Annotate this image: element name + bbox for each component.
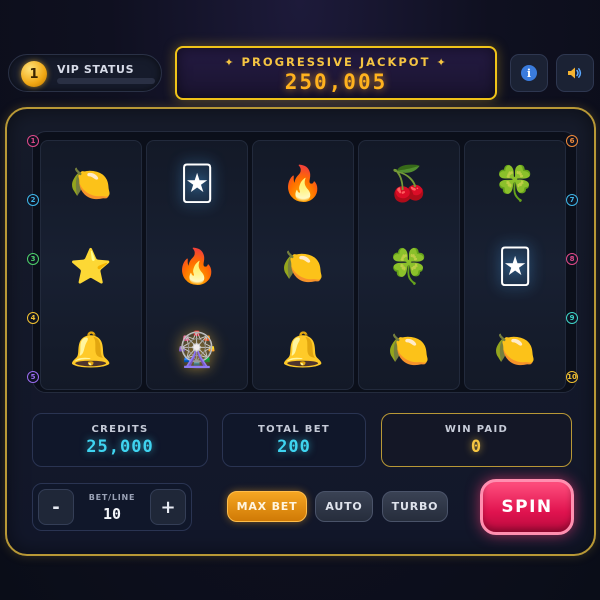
lemon-icon: 🍋 <box>493 330 537 370</box>
wheel-icon: 🎡 <box>175 330 219 370</box>
win-paid-value: 0 <box>470 437 483 457</box>
reel-2: 🃏 🔥 🎡 <box>146 140 248 390</box>
bell-icon: 🔔 <box>281 330 325 370</box>
increase-bet-button[interactable]: + <box>150 489 186 525</box>
jackpot-title-row: ✦ PROGRESSIVE JACKPOT ✦ <box>177 55 495 69</box>
vip-progress-bar <box>57 78 155 84</box>
slot-machine-frame: 🍋 ⭐ 🔔 🃏 🔥 🎡 🔥 🍋 🔔 🍒 🍀 🍋 🍀 🃏 🍋 1 2 3 4 5 6 7 8 9 10 CREDITS 25,00… <box>5 107 596 556</box>
reel-5: 🍀 🃏 🍋 <box>464 140 566 390</box>
spin-button[interactable]: SPIN <box>480 479 574 535</box>
fire-icon: 🔥 <box>281 164 325 204</box>
vip-status-label: VIP STATUS <box>57 63 135 76</box>
payline-marker: 7 <box>566 194 578 206</box>
bet-per-line-control: - BET/LINE 10 + <box>32 483 192 531</box>
total-bet-label: TOTAL BET <box>258 424 330 435</box>
joker-icon: 🃏 <box>497 247 533 287</box>
clover-icon: 🍀 <box>387 247 431 287</box>
info-button[interactable]: i <box>510 54 548 92</box>
sparkle-icon: ✦ <box>436 56 448 69</box>
credits-label: CREDITS <box>91 424 149 435</box>
jackpot-title: PROGRESSIVE JACKPOT <box>241 55 431 69</box>
reel-window: 🍋 ⭐ 🔔 🃏 🔥 🎡 🔥 🍋 🔔 🍒 🍀 🍋 🍀 🃏 🍋 1 2 3 4 5 6 7 8 9 10 <box>27 131 578 393</box>
clover-icon: 🍀 <box>493 164 537 204</box>
bell-icon: 🔔 <box>69 330 113 370</box>
reel-4: 🍒 🍀 🍋 <box>358 140 460 390</box>
total-bet-value: 200 <box>277 437 311 457</box>
reel-3: 🔥 🍋 🔔 <box>252 140 354 390</box>
lemon-icon: 🍋 <box>281 247 325 287</box>
payline-marker: 1 <box>27 135 39 147</box>
vip-status-panel: 1 VIP STATUS <box>8 54 162 92</box>
credits-panel: CREDITS 25,000 <box>32 413 208 467</box>
joker-icon: 🃏 <box>179 164 215 204</box>
payline-marker: 5 <box>27 371 39 383</box>
info-icon: i <box>521 65 537 81</box>
vip-level-coin: 1 <box>21 61 47 87</box>
sparkle-icon: ✦ <box>224 56 236 69</box>
payline-marker: 8 <box>566 253 578 265</box>
jackpot-value: 250,005 <box>284 70 388 94</box>
lemon-icon: 🍋 <box>387 330 431 370</box>
fire-icon: 🔥 <box>175 247 219 287</box>
payline-marker: 4 <box>27 312 39 324</box>
auto-button[interactable]: AUTO <box>315 491 373 522</box>
progressive-jackpot-panel: ✦ PROGRESSIVE JACKPOT ✦ 250,005 <box>175 46 497 100</box>
win-paid-label: WIN PAID <box>444 424 509 435</box>
payline-marker: 9 <box>566 312 578 324</box>
sound-button[interactable] <box>556 54 594 92</box>
payline-marker: 6 <box>566 135 578 147</box>
cherry-icon: 🍒 <box>387 164 431 204</box>
speaker-icon <box>568 67 582 79</box>
total-bet-panel: TOTAL BET 200 <box>222 413 366 467</box>
star-icon: ⭐ <box>69 247 113 287</box>
win-paid-panel: WIN PAID 0 <box>381 413 572 467</box>
max-bet-button[interactable]: MAX BET <box>227 491 307 522</box>
payline-marker: 2 <box>27 194 39 206</box>
reel-1: 🍋 ⭐ 🔔 <box>40 140 142 390</box>
turbo-button[interactable]: TURBO <box>382 491 448 522</box>
payline-marker: 10 <box>566 371 578 383</box>
lemon-icon: 🍋 <box>69 164 113 204</box>
credits-value: 25,000 <box>86 437 154 457</box>
payline-marker: 3 <box>27 253 39 265</box>
